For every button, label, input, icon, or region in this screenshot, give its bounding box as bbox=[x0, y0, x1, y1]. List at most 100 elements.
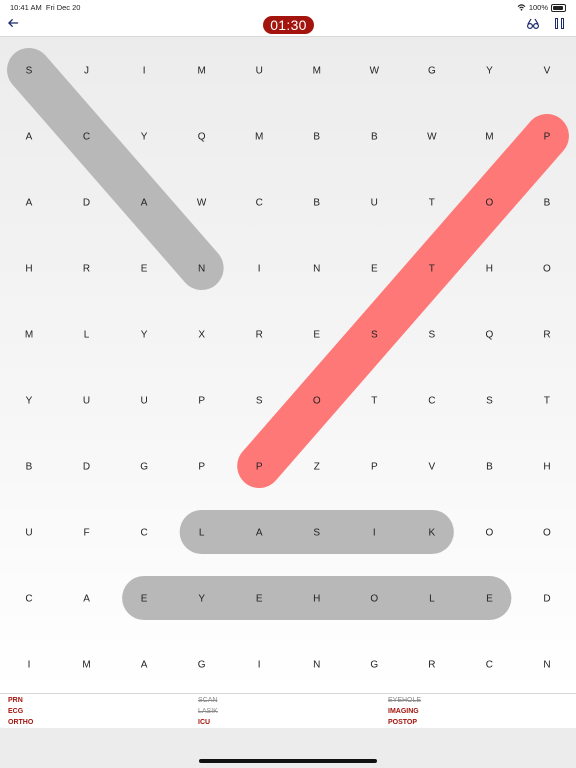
grid-letter[interactable]: E bbox=[141, 594, 148, 605]
grid-letter[interactable]: U bbox=[371, 198, 378, 209]
grid-letter[interactable]: A bbox=[141, 198, 148, 209]
back-button[interactable] bbox=[8, 17, 19, 31]
hint-button[interactable] bbox=[526, 17, 540, 31]
grid-letter[interactable]: H bbox=[543, 462, 550, 473]
grid-letter[interactable]: Q bbox=[486, 330, 494, 341]
grid-letter[interactable]: R bbox=[256, 330, 263, 341]
grid-letter[interactable]: F bbox=[83, 528, 89, 539]
grid-letter[interactable]: N bbox=[313, 660, 320, 671]
grid-letter[interactable]: I bbox=[258, 660, 261, 671]
grid-letter[interactable]: B bbox=[313, 132, 320, 143]
grid-letter[interactable]: A bbox=[83, 594, 90, 605]
letter-grid[interactable]: S J I M U M W G Y V A C Y Q M B B W M P A D A W C B U T O B H R E N I N E T H O… bbox=[0, 37, 576, 695]
grid-letter[interactable]: N bbox=[543, 660, 550, 671]
grid-letter[interactable]: M bbox=[197, 66, 205, 77]
grid-letter[interactable]: L bbox=[84, 330, 90, 341]
grid-letter[interactable]: Y bbox=[198, 594, 205, 605]
grid-letter[interactable]: W bbox=[370, 66, 380, 77]
grid-letter[interactable]: S bbox=[371, 330, 378, 341]
grid-letter[interactable]: B bbox=[26, 462, 33, 473]
grid-letter[interactable]: I bbox=[258, 264, 261, 275]
grid-letter[interactable]: S bbox=[313, 528, 320, 539]
grid-letter[interactable]: O bbox=[543, 528, 551, 539]
grid-letter[interactable]: E bbox=[486, 594, 493, 605]
grid-letter[interactable]: N bbox=[313, 264, 320, 275]
grid-letter[interactable]: S bbox=[256, 396, 263, 407]
grid-letter[interactable]: C bbox=[83, 132, 90, 143]
grid-letter[interactable]: M bbox=[313, 66, 321, 77]
grid-letter[interactable]: O bbox=[486, 528, 494, 539]
grid-letter[interactable]: U bbox=[83, 396, 90, 407]
grid-letter[interactable]: C bbox=[140, 528, 147, 539]
grid-letter[interactable]: E bbox=[256, 594, 263, 605]
grid-letter[interactable]: O bbox=[543, 264, 551, 275]
grid-letter[interactable]: B bbox=[313, 198, 320, 209]
grid-letter[interactable]: O bbox=[486, 198, 494, 209]
word-search-board[interactable]: S J I M U M W G Y V A C Y Q M B B W M P A D A W C B U T O B H R E N I N E T H O… bbox=[0, 36, 576, 694]
grid-letter[interactable]: G bbox=[140, 462, 148, 473]
grid-letter[interactable]: E bbox=[313, 330, 320, 341]
grid-letter[interactable]: H bbox=[486, 264, 493, 275]
grid-letter[interactable]: O bbox=[313, 396, 321, 407]
grid-letter[interactable]: Y bbox=[141, 132, 148, 143]
grid-letter[interactable]: G bbox=[370, 660, 378, 671]
grid-letter[interactable]: G bbox=[198, 660, 206, 671]
grid-letter[interactable]: C bbox=[428, 396, 435, 407]
grid-letter[interactable]: P bbox=[198, 396, 205, 407]
grid-letter[interactable]: P bbox=[256, 462, 263, 473]
grid-letter[interactable]: M bbox=[82, 660, 90, 671]
grid-letter[interactable]: Q bbox=[198, 132, 206, 143]
grid-letter[interactable]: A bbox=[141, 660, 148, 671]
grid-letter[interactable]: Y bbox=[486, 66, 493, 77]
grid-letter[interactable]: L bbox=[199, 528, 205, 539]
grid-letter[interactable]: R bbox=[428, 660, 435, 671]
grid-letter[interactable]: D bbox=[543, 594, 550, 605]
grid-letter[interactable]: R bbox=[543, 330, 550, 341]
grid-letter[interactable]: I bbox=[143, 66, 146, 77]
grid-letter[interactable]: S bbox=[486, 396, 493, 407]
grid-letter[interactable]: I bbox=[28, 660, 31, 671]
grid-letter[interactable]: H bbox=[25, 264, 32, 275]
grid-letter[interactable]: M bbox=[485, 132, 493, 143]
grid-letter[interactable]: V bbox=[429, 462, 436, 473]
grid-letter[interactable]: A bbox=[26, 132, 33, 143]
grid-letter[interactable]: I bbox=[373, 528, 376, 539]
grid-letter[interactable]: B bbox=[544, 198, 551, 209]
grid-letter[interactable]: U bbox=[256, 66, 263, 77]
grid-letter[interactable]: V bbox=[544, 66, 551, 77]
grid-letter[interactable]: E bbox=[141, 264, 148, 275]
grid-letter[interactable]: S bbox=[26, 66, 33, 77]
grid-letter[interactable]: Y bbox=[141, 330, 148, 341]
grid-letter[interactable]: K bbox=[429, 528, 436, 539]
grid-letter[interactable]: Z bbox=[314, 462, 320, 473]
pause-button[interactable] bbox=[555, 18, 565, 30]
grid-letter[interactable]: H bbox=[313, 594, 320, 605]
grid-letter[interactable]: M bbox=[255, 132, 263, 143]
grid-letter[interactable]: U bbox=[140, 396, 147, 407]
grid-letter[interactable]: T bbox=[429, 264, 435, 275]
grid-letter[interactable]: C bbox=[486, 660, 493, 671]
grid-letter[interactable]: T bbox=[371, 396, 377, 407]
grid-letter[interactable]: A bbox=[26, 198, 33, 209]
grid-letter[interactable]: J bbox=[84, 66, 89, 77]
grid-letter[interactable]: T bbox=[429, 198, 435, 209]
grid-letter[interactable]: G bbox=[428, 66, 436, 77]
grid-letter[interactable]: C bbox=[256, 198, 263, 209]
grid-letter[interactable]: U bbox=[25, 528, 32, 539]
grid-letter[interactable]: R bbox=[83, 264, 90, 275]
grid-letter[interactable]: M bbox=[25, 330, 33, 341]
grid-letter[interactable]: W bbox=[427, 132, 437, 143]
grid-letter[interactable]: D bbox=[83, 462, 90, 473]
grid-letter[interactable]: L bbox=[429, 594, 435, 605]
grid-letter[interactable]: N bbox=[198, 264, 205, 275]
grid-letter[interactable]: W bbox=[197, 198, 207, 209]
grid-letter[interactable]: E bbox=[371, 264, 378, 275]
grid-letter[interactable]: Y bbox=[26, 396, 33, 407]
grid-letter[interactable]: D bbox=[83, 198, 90, 209]
grid-letter[interactable]: P bbox=[371, 462, 378, 473]
grid-letter[interactable]: X bbox=[198, 330, 205, 341]
grid-letter[interactable]: B bbox=[486, 462, 493, 473]
grid-letter[interactable]: P bbox=[544, 132, 551, 143]
grid-letter[interactable]: P bbox=[198, 462, 205, 473]
grid-letter[interactable]: S bbox=[429, 330, 436, 341]
